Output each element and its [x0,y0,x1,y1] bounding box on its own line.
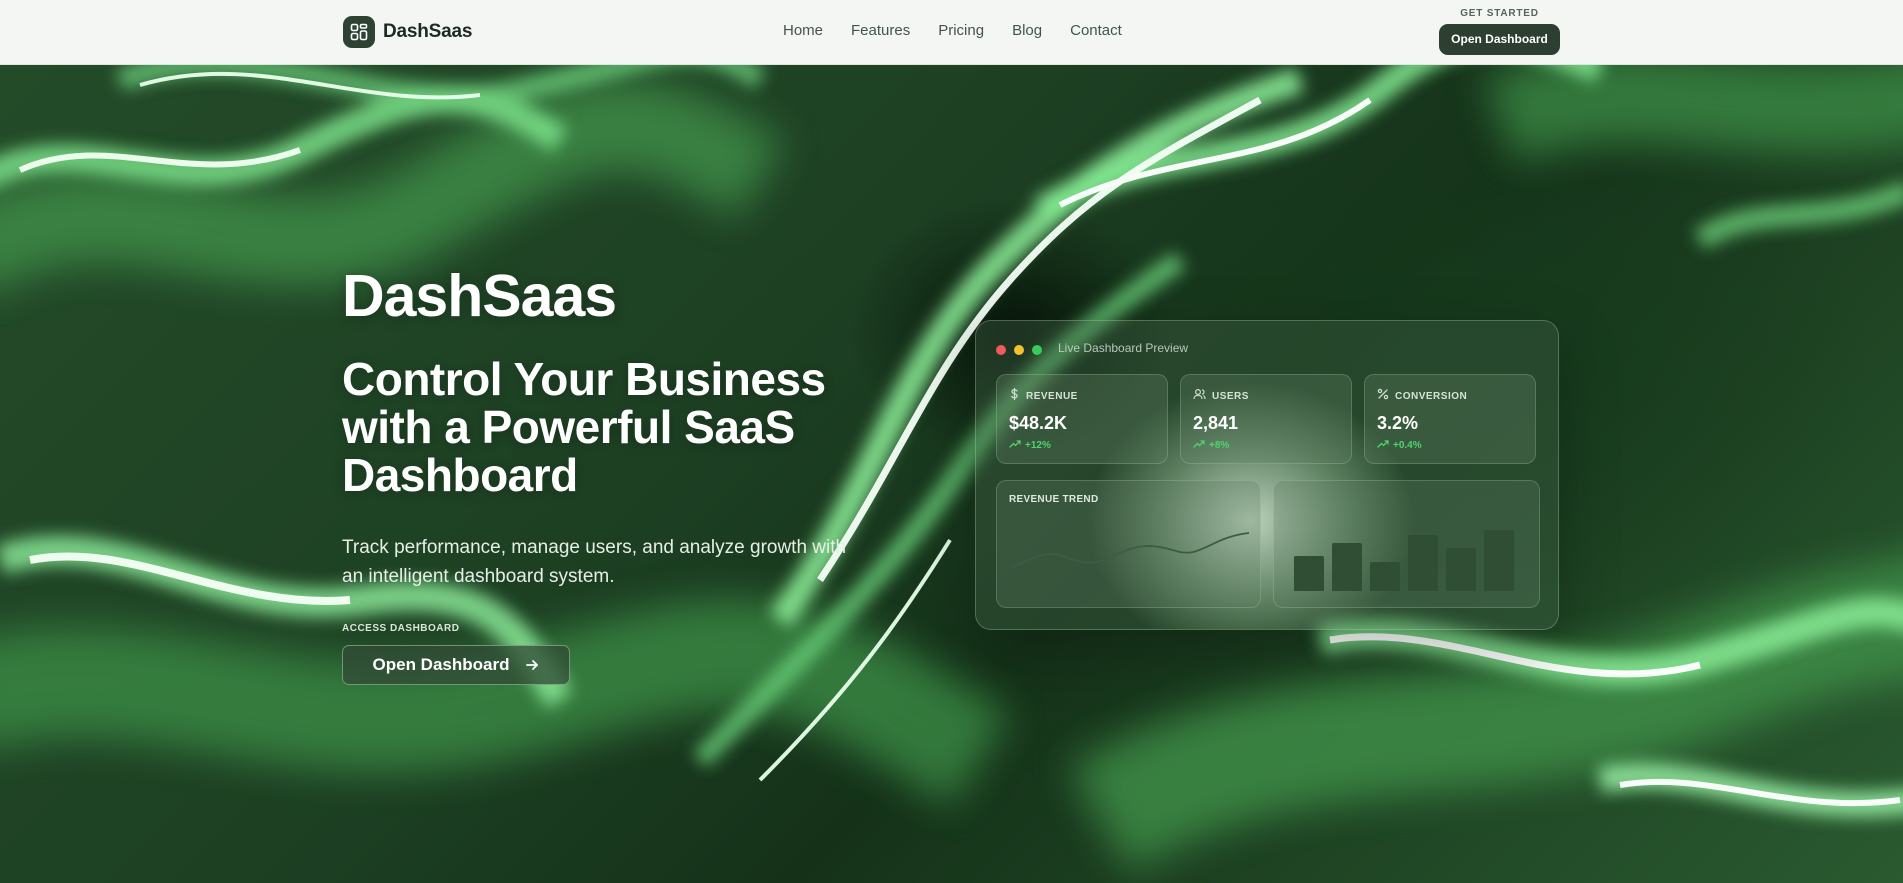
nav-link-contact[interactable]: Contact [1070,22,1122,39]
window-dot-green [1032,345,1042,355]
stat-label-users: USERS [1212,390,1249,402]
grid-icon [343,16,375,48]
dashboard-preview-card: Live Dashboard Preview REVENUE $48.2K +1… [975,320,1559,630]
hero-title: DashSaas [342,263,617,329]
stat-value-users: 2,841 [1193,413,1239,433]
bar-chart-bar [1294,556,1324,591]
revenue-trend-label: REVENUE TREND [1009,494,1099,505]
trend-up-icon [1009,440,1021,451]
nav-cta: GET STARTED Open Dashboard [1439,8,1560,55]
bar-chart-bar [1484,530,1514,591]
get-started-label: GET STARTED [1460,8,1539,19]
dollar-icon [1009,387,1020,405]
bar-chart-bar [1408,535,1438,591]
trend-up-icon [1377,440,1389,451]
hero-background [0,0,1903,883]
hero-open-dashboard-button[interactable]: Open Dashboard [342,645,570,685]
brand-link[interactable]: DashSaas [343,16,472,48]
hero-subheading: Track performance, manage users, and ana… [342,537,847,587]
nav-link-features[interactable]: Features [851,22,910,39]
stat-card-users: USERS 2,841 +8% [1180,374,1352,464]
stat-card-conversion: CONVERSION 3.2% +0.4% [1364,374,1536,464]
nav-links: Home Features Pricing Blog Contact [783,22,1122,39]
bar-chart-bar [1370,562,1400,591]
stat-change-users: +8% [1193,440,1339,451]
trend-up-icon [1193,440,1205,451]
stat-change-revenue: +12% [1009,440,1155,451]
stat-label-conversion: CONVERSION [1395,390,1468,402]
preview-title: Live Dashboard Preview [1058,341,1189,355]
hero-button-label: Open Dashboard [372,655,510,674]
stat-change-revenue-text: +12% [1025,440,1051,451]
revenue-trend-panel: REVENUE TREND [996,480,1261,608]
bar-chart-bar [1446,548,1476,591]
users-icon [1193,387,1206,405]
revenue-trend-line [1012,532,1250,568]
percent-icon [1377,387,1389,405]
stat-card-revenue: REVENUE $48.2K +12% [996,374,1168,464]
window-dot-yellow [1014,345,1024,355]
stat-change-users-text: +8% [1209,440,1230,451]
stat-value-revenue: $48.2K [1009,413,1068,433]
nav-link-home[interactable]: Home [783,22,823,39]
arrow-right-icon [525,658,539,672]
window-controls [996,345,1042,355]
stat-change-conversion: +0.4% [1377,440,1523,451]
brand-name: DashSaas [383,21,473,42]
bar-chart-bar [1332,543,1362,591]
window-dot-red [996,345,1006,355]
stat-value-conversion: 3.2% [1377,413,1419,433]
hero-heading: Control Your Business with a Powerful Sa… [342,353,826,501]
nav-link-pricing[interactable]: Pricing [938,22,984,39]
access-dashboard-label: ACCESS DASHBOARD [342,623,460,634]
stat-change-conversion-text: +0.4% [1393,440,1422,451]
nav-link-blog[interactable]: Blog [1012,22,1042,39]
liquid-swirl-art [0,25,1903,872]
stat-label-revenue: REVENUE [1026,390,1078,402]
nav-open-dashboard-button[interactable]: Open Dashboard [1439,24,1560,55]
top-navbar: DashSaas Home Features Pricing Blog Cont… [0,0,1903,65]
bar-chart-panel [1273,480,1540,608]
